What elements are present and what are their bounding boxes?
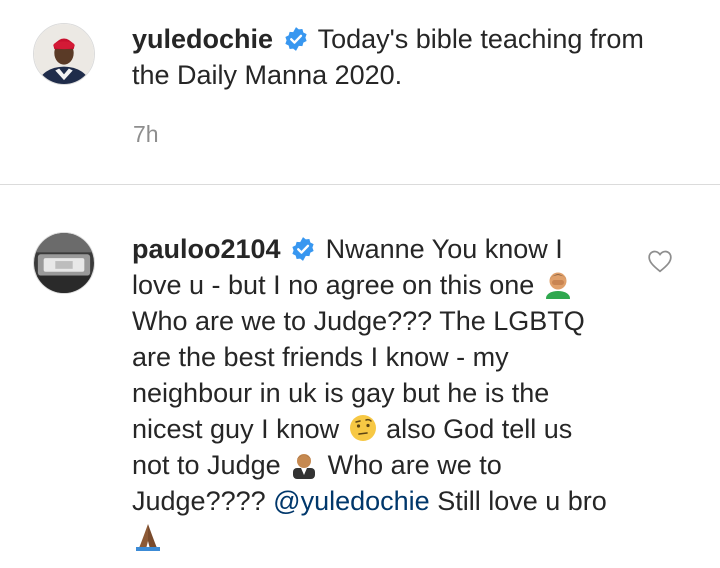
comment-text-part: Still love u bro [437,486,607,516]
post-timestamp[interactable]: 7h [133,121,159,148]
comment-username[interactable]: pauloo2104 [132,234,281,264]
post-author-avatar[interactable] [33,23,95,85]
caption-text: yuledochie Today's bible teaching from t… [132,21,660,93]
folded-hands-emoji [133,521,163,551]
post-caption: yuledochie Today's bible teaching from t… [0,0,720,184]
post-username[interactable]: yuledochie [132,24,273,54]
comment-item: pauloo2104 Nwanne You know I love u - bu… [0,185,720,568]
mention-link[interactable]: @yuledochie [273,486,430,516]
verified-badge-icon [283,26,309,52]
face-with-raised-eyebrow-emoji [348,413,378,443]
man-facepalming-emoji [543,269,573,299]
man-judge-emoji [289,449,319,479]
heart-outline-icon[interactable] [647,249,673,273]
verified-badge-icon [290,236,316,262]
commenter-avatar[interactable] [33,232,95,294]
comment-text: pauloo2104 Nwanne You know I love u - bu… [132,231,610,555]
